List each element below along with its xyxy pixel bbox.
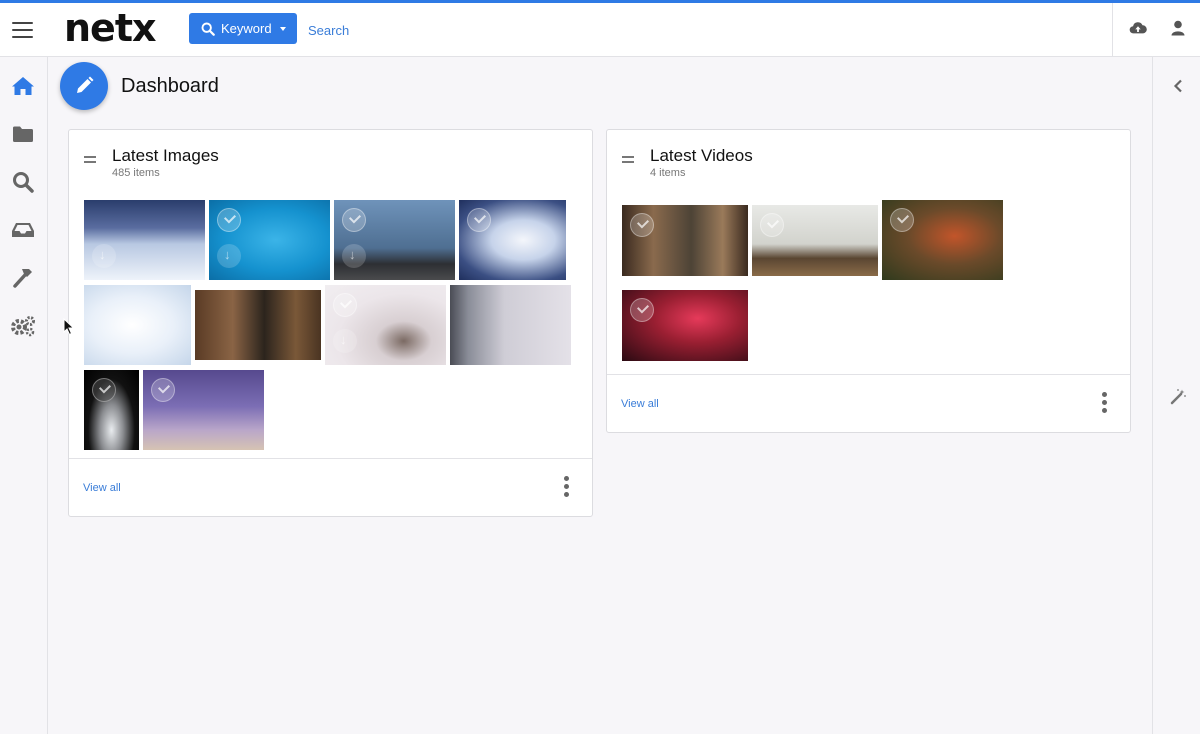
select-checkbox[interactable] bbox=[333, 293, 357, 317]
select-checkbox[interactable] bbox=[92, 378, 116, 402]
left-sidebar bbox=[0, 57, 48, 734]
image-thumbnail[interactable] bbox=[325, 285, 446, 365]
right-panel bbox=[1152, 57, 1200, 734]
mouse-cursor-icon bbox=[63, 318, 75, 336]
inbox-icon[interactable] bbox=[10, 217, 36, 243]
search-mode-button[interactable]: Keyword bbox=[189, 13, 297, 44]
select-checkbox[interactable] bbox=[151, 378, 175, 402]
image-thumbnail[interactable] bbox=[209, 200, 330, 280]
image-thumbnail[interactable] bbox=[450, 285, 571, 365]
user-icon[interactable] bbox=[1171, 20, 1185, 36]
more-options-icon[interactable] bbox=[1102, 392, 1108, 416]
card-item-count: 485 items bbox=[112, 167, 160, 179]
image-thumbnail[interactable] bbox=[195, 290, 321, 360]
search-input[interactable] bbox=[308, 20, 608, 40]
image-thumbnail[interactable] bbox=[143, 370, 264, 450]
select-checkbox[interactable] bbox=[342, 208, 366, 232]
latest-videos-card: Latest Videos 4 items View all bbox=[606, 129, 1131, 433]
download-icon[interactable] bbox=[333, 329, 357, 353]
image-thumbnail[interactable] bbox=[84, 285, 191, 365]
card-footer: View all bbox=[69, 458, 592, 516]
top-right-actions bbox=[1112, 3, 1200, 57]
image-thumbnail[interactable] bbox=[334, 200, 455, 280]
image-thumbnail[interactable] bbox=[84, 370, 139, 450]
image-thumbnail[interactable] bbox=[84, 200, 205, 280]
video-thumbnail[interactable] bbox=[622, 290, 748, 361]
card-footer: View all bbox=[607, 374, 1130, 432]
menu-icon[interactable] bbox=[12, 22, 33, 38]
select-checkbox[interactable] bbox=[890, 208, 914, 232]
cloud-upload-icon[interactable] bbox=[1129, 20, 1147, 36]
select-checkbox[interactable] bbox=[467, 208, 491, 232]
magic-wand-icon[interactable] bbox=[1170, 389, 1186, 405]
video-thumbnail[interactable] bbox=[622, 205, 748, 276]
select-checkbox[interactable] bbox=[630, 298, 654, 322]
drag-handle-icon[interactable] bbox=[84, 156, 96, 166]
pencil-icon bbox=[77, 76, 94, 93]
hammer-icon[interactable] bbox=[10, 265, 36, 291]
chevron-left-icon[interactable] bbox=[1173, 79, 1183, 93]
download-icon[interactable] bbox=[342, 244, 366, 268]
download-icon[interactable] bbox=[217, 244, 241, 268]
top-bar: netx Keyword bbox=[0, 0, 1200, 57]
select-checkbox[interactable] bbox=[630, 213, 654, 237]
image-thumbnail[interactable] bbox=[459, 200, 566, 280]
view-all-link[interactable]: View all bbox=[621, 398, 659, 410]
select-checkbox[interactable] bbox=[217, 208, 241, 232]
select-checkbox[interactable] bbox=[760, 213, 784, 237]
caret-down-icon bbox=[279, 26, 286, 31]
gears-icon[interactable] bbox=[10, 313, 36, 339]
download-icon[interactable] bbox=[92, 244, 116, 268]
page-title: Dashboard bbox=[121, 75, 219, 97]
card-title: Latest Videos bbox=[650, 146, 753, 165]
edit-dashboard-button[interactable] bbox=[60, 62, 108, 110]
card-title: Latest Images bbox=[112, 146, 219, 165]
drag-handle-icon[interactable] bbox=[622, 156, 634, 166]
video-thumbnail[interactable] bbox=[882, 200, 1003, 280]
search-mode-label: Keyword bbox=[221, 21, 272, 36]
latest-images-card: Latest Images 485 items View all bbox=[68, 129, 593, 517]
search-icon bbox=[201, 22, 215, 36]
home-icon[interactable] bbox=[10, 73, 36, 99]
folder-icon[interactable] bbox=[10, 121, 36, 147]
card-item-count: 4 items bbox=[650, 167, 686, 179]
video-thumbnail[interactable] bbox=[752, 205, 878, 276]
view-all-link[interactable]: View all bbox=[83, 482, 121, 494]
more-options-icon[interactable] bbox=[564, 476, 570, 500]
netx-logo[interactable]: netx bbox=[64, 6, 157, 50]
search-nav-icon[interactable] bbox=[10, 169, 36, 195]
